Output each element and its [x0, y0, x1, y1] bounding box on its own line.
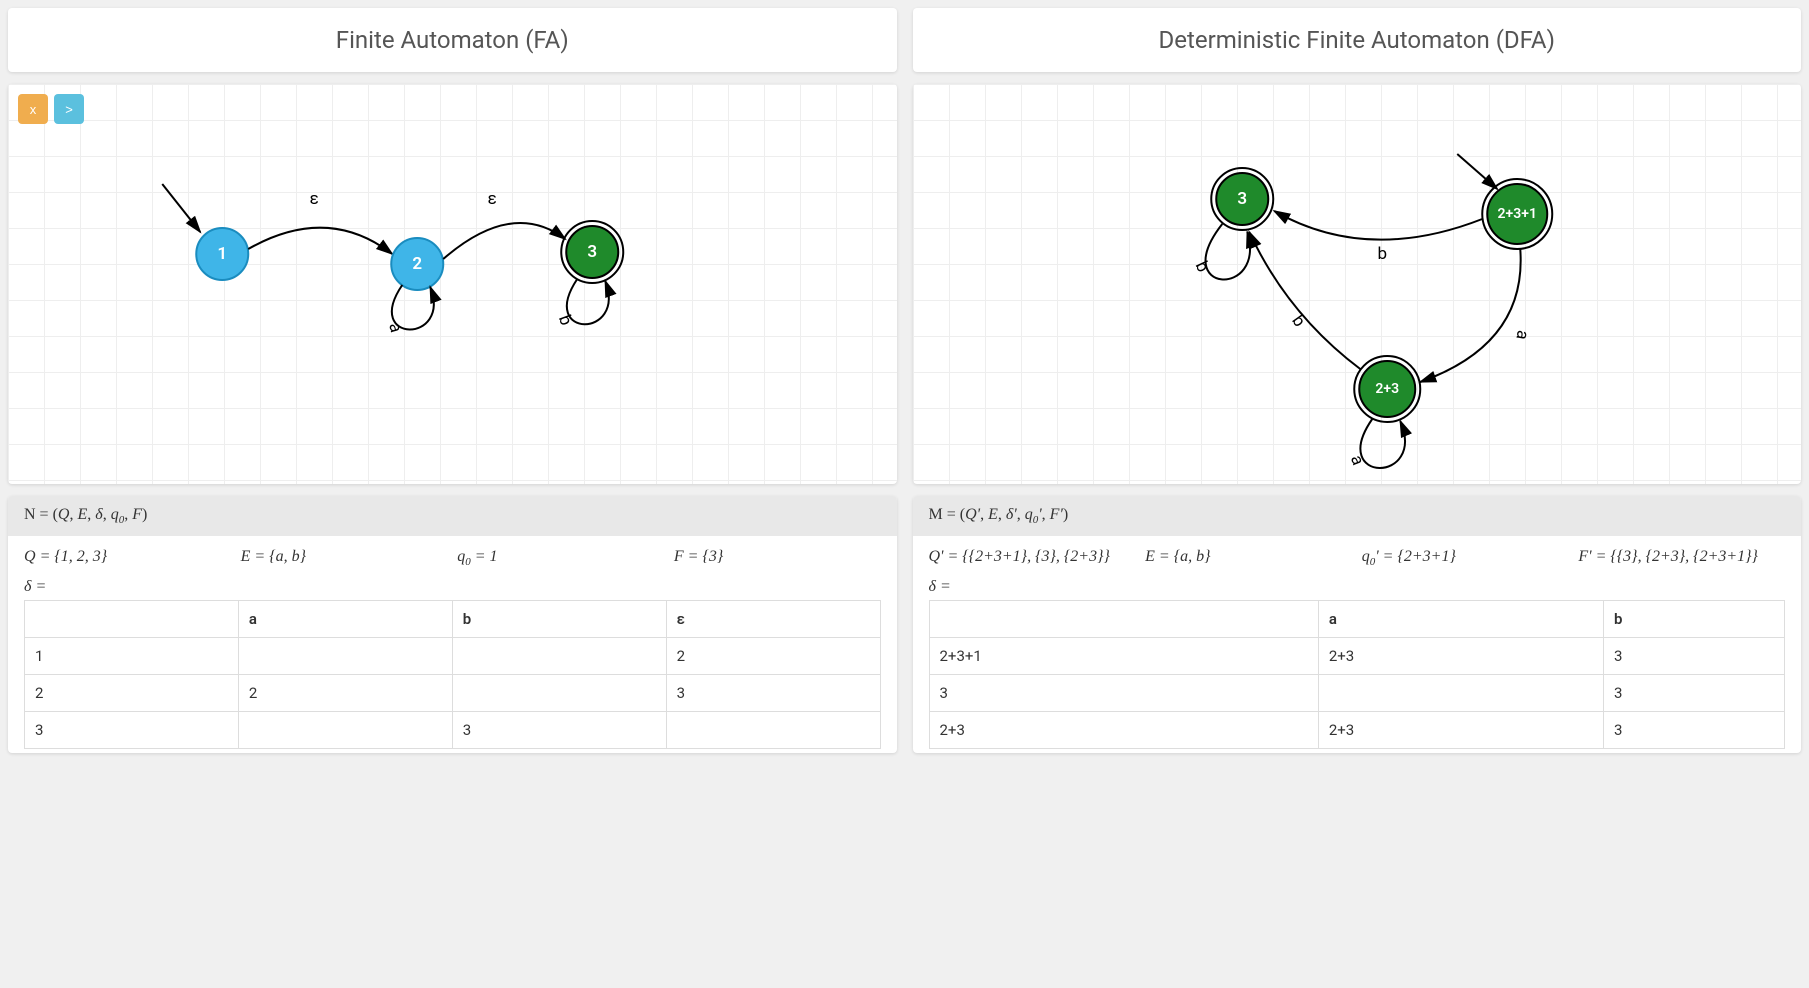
fa-definition: N = (Q, E, δ, q0, F) Q = {1, 2, 3} E = {…: [8, 496, 897, 753]
table-header: ε: [666, 601, 880, 638]
table-header: a: [1318, 601, 1603, 638]
fa-state-2-label: 2: [412, 254, 422, 274]
fa-q0: q0 = 1: [457, 548, 664, 568]
dfa-state-23-label: 2+3: [1375, 381, 1399, 397]
dfa-definition: M = (Q', E, δ', q0', F') Q' = {{2+3+1}, …: [913, 496, 1802, 753]
dfa-graph: 2+3+1 3 2+3 b a b b: [913, 84, 1802, 484]
fa-loop2-label: a: [384, 321, 406, 335]
fa-edge-12-label: ε: [310, 189, 319, 209]
next-button[interactable]: >: [54, 94, 84, 124]
dfa-edge-231-3-label: b: [1377, 244, 1387, 264]
dfa-title: Deterministic Finite Automaton (DFA): [913, 8, 1802, 72]
fa-E: E = {a, b}: [241, 548, 448, 568]
dfa-E: E = {a, b}: [1145, 548, 1352, 568]
dfa-tuple-header: M = (Q', E, δ', q0', F'): [913, 496, 1802, 536]
dfa-q0: q0' = {2+3+1}: [1362, 548, 1569, 568]
table-row: 33: [25, 712, 881, 749]
fa-F: F = {3}: [674, 548, 881, 568]
dfa-transition-table: a b 2+3+12+33 33 2+32+33: [929, 600, 1786, 749]
fa-title: Finite Automaton (FA): [8, 8, 897, 72]
fa-graph: 1 ε 2 a ε 3 b: [8, 84, 897, 484]
fa-tuple-header: N = (Q, E, δ, q0, F): [8, 496, 897, 536]
dfa-loop23-label: a: [1345, 453, 1367, 469]
table-header: a: [238, 601, 452, 638]
dfa-F: F' = {{3}, {2+3}, {2+3+1}}: [1578, 548, 1785, 568]
dfa-edge-231-23-label: a: [1511, 329, 1532, 342]
fa-loop3-label: b: [554, 312, 576, 328]
table-row: 33: [929, 675, 1785, 712]
fa-edge-23-label: ε: [488, 189, 497, 209]
table-row: 12: [25, 638, 881, 675]
fa-canvas[interactable]: x > 1 ε 2: [8, 84, 897, 484]
fa-delta: δ =: [24, 578, 881, 596]
table-row: 223: [25, 675, 881, 712]
delete-button[interactable]: x: [18, 94, 48, 124]
table-header: b: [1603, 601, 1784, 638]
table-header: b: [452, 601, 666, 638]
fa-Q: Q = {1, 2, 3}: [24, 548, 231, 568]
fa-state-3-label: 3: [587, 242, 597, 262]
dfa-delta: δ =: [929, 578, 1786, 596]
dfa-canvas[interactable]: 2+3+1 3 2+3 b a b b: [913, 84, 1802, 484]
fa-toolbar: x >: [18, 94, 84, 124]
table-header: [929, 601, 1318, 638]
table-row: 2+32+33: [929, 712, 1785, 749]
table-header: [25, 601, 239, 638]
dfa-state-231-label: 2+3+1: [1497, 206, 1536, 222]
dfa-state-3-label: 3: [1237, 189, 1247, 209]
fa-state-1-label: 1: [217, 244, 227, 264]
fa-transition-table: a b ε 12 223 33: [24, 600, 881, 749]
dfa-edge-23-3-label: b: [1287, 311, 1309, 330]
table-row: 2+3+12+33: [929, 638, 1785, 675]
dfa-Q: Q' = {{2+3+1}, {3}, {2+3}}: [929, 548, 1136, 568]
